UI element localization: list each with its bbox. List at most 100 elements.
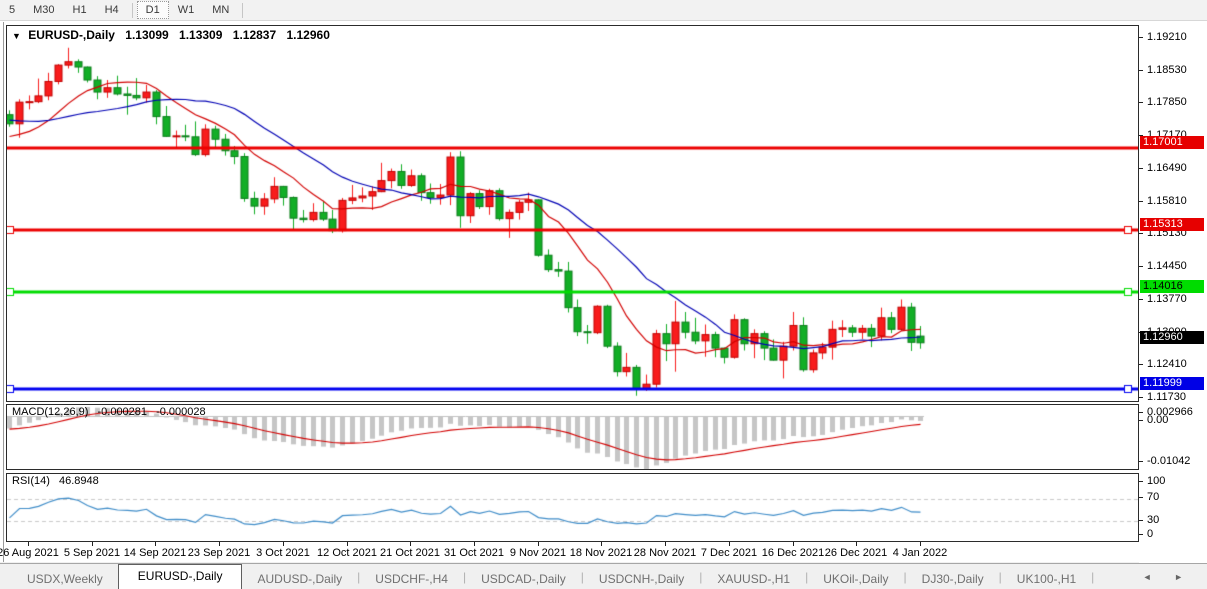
main-chart-canvas[interactable] [7,26,1138,401]
indicator-axis-label: 70 [1147,491,1160,503]
date-axis-label: 4 Jan 2022 [892,547,948,559]
indicator-axis-label: 0.00 [1147,414,1169,426]
rsi-name: RSI(14) [12,475,50,487]
date-axis-label: 23 Sep 2021 [187,547,251,559]
price-axis-label: 1.12410 [1147,358,1187,370]
tab-xauusd-h1[interactable]: XAUUSD-,H1 [702,569,805,589]
price-axis-label: 1.14450 [1147,260,1187,272]
date-axis-tick [347,542,348,546]
timeframe-d1[interactable]: D1 [136,1,169,19]
tab-dj30-daily[interactable]: DJ30-,Daily [907,569,999,589]
tab-audusd-daily[interactable]: AUDUSD-,Daily [242,569,357,589]
date-axis-tick [793,542,794,546]
macd-label: MACD(12,26,9) -0.000281 -0.000028 [12,406,206,418]
tab-scroll-right-icon[interactable]: ► [1174,572,1193,582]
price-axis-label: 1.19210 [1147,31,1187,43]
indicator-axis-tick [1139,481,1143,482]
timeframe-w1[interactable]: W1 [169,1,204,19]
main-chart-panel[interactable]: ▼ EURUSD-,Daily 1.13099 1.13309 1.12837 … [6,25,1139,402]
date-axis-label: 16 Dec 2021 [761,547,825,559]
tab-usdchf-h4[interactable]: USDCHF-,H4 [360,569,463,589]
indicator-axis-label: 100 [1147,475,1166,487]
indicator-axis-tick [1139,412,1143,413]
timeframe-5[interactable]: 5 [0,1,24,19]
date-axis-label: 9 Nov 2021 [509,547,567,559]
macd-name: MACD(12,26,9) [12,406,89,418]
ohlc-high: 1.13309 [179,28,223,42]
rsi-value: 46.8948 [58,475,99,487]
rsi-label: RSI(14) 46.8948 [12,475,99,487]
date-axis-label: 21 Oct 2021 [380,547,440,559]
date-axis-tick [665,542,666,546]
date-axis-label: 26 Dec 2021 [824,547,888,559]
date-axis-tick [920,542,921,546]
price-axis-label: 1.13770 [1147,293,1187,305]
tab-uk100-h1[interactable]: UK100-,H1 [1002,569,1091,589]
date-axis-label: 5 Sep 2021 [63,547,121,559]
timeframe-h1[interactable]: H1 [64,1,96,19]
level-price-badge: 1.17001 [1140,136,1204,149]
price-axis-tick [1139,233,1143,234]
date-axis-tick [28,542,29,546]
price-axis-tick [1139,168,1143,169]
tab-eurusd-daily[interactable]: EURUSD-,Daily [117,564,243,589]
date-axis-label: 14 Sep 2021 [123,547,187,559]
date-axis-tick [155,542,156,546]
date-axis-tick [474,542,475,546]
timeframe-mn[interactable]: MN [203,1,238,19]
date-axis-label: 31 Oct 2021 [444,547,504,559]
tab-separator: | [1091,569,1095,584]
indicator-axis-tick [1139,534,1143,535]
date-axis-tick [410,542,411,546]
mt4-window: 5 M30 H1 H4 D1 W1 MN ▼ EURUSD-,Daily 1.13099 1… [0,0,1207,589]
chart-dropdown-icon[interactable]: ▼ [12,31,21,41]
indicator-axis-tick [1139,497,1143,498]
toolbar-separator [131,2,133,18]
toolbar-separator [242,2,244,18]
chart-area: ▼ EURUSD-,Daily 1.13099 1.13309 1.12837 … [0,21,1207,563]
timeframe-m30[interactable]: M30 [24,1,63,19]
date-axis-label: 7 Dec 2021 [700,547,758,559]
tab-ukoil-daily[interactable]: UKOil-,Daily [808,569,903,589]
date-axis-tick [219,542,220,546]
date-axis-tick [92,542,93,546]
chart-title: ▼ EURUSD-,Daily 1.13099 1.13309 1.12837 … [12,28,330,42]
timeframe-h4[interactable]: H4 [96,1,128,19]
macd-main-value: -0.000281 [97,406,148,418]
tab-scroll-left-icon[interactable]: ◄ [1143,572,1162,582]
price-axis-label: 1.16490 [1147,162,1187,174]
macd-panel[interactable]: MACD(12,26,9) -0.000281 -0.000028 [6,404,1139,470]
price-axis-tick [1139,70,1143,71]
level-price-badge: 1.15313 [1140,218,1204,231]
tab-usdx-weekly[interactable]: USDX,Weekly [12,569,118,589]
indicator-axis-tick [1139,461,1143,462]
date-axis-label: 12 Oct 2021 [317,547,377,559]
price-axis-tick [1139,266,1143,267]
macd-signal-value: -0.000028 [156,406,206,418]
tab-usdcnh-daily[interactable]: USDCNH-,Daily [584,569,699,589]
price-axis-tick [1139,102,1143,103]
price-axis[interactable]: 1.19210 1.18530 1.17850 1.17170 1.16490 1.158… [1139,25,1207,563]
window-frame-line [3,22,4,562]
indicator-axis-tick [1139,520,1143,521]
tab-scroll-arrows: ◄ ► [1143,572,1193,582]
date-axis-label: 28 Nov 2021 [633,547,697,559]
price-axis-label: 1.15810 [1147,195,1187,207]
timeframe-toolbar: 5 M30 H1 H4 D1 W1 MN [0,0,1207,21]
price-axis-label: 1.18530 [1147,64,1187,76]
price-axis-label: 1.11730 [1147,391,1186,403]
tab-usdcad-daily[interactable]: USDCAD-,Daily [466,569,581,589]
rsi-panel[interactable]: RSI(14) 46.8948 [6,473,1139,542]
ohlc-close: 1.12960 [286,28,330,42]
level-price-badge: 1.14016 [1140,280,1204,293]
indicator-axis-label: 0 [1147,528,1154,540]
indicator-axis-label: -0.01042 [1147,455,1191,467]
date-axis-tick [283,542,284,546]
level-price-badge: 1.11999 [1140,377,1204,390]
price-axis-tick [1139,201,1143,202]
rsi-canvas[interactable] [7,474,1138,541]
date-axis-label: 26 Aug 2021 [0,547,59,559]
date-axis-tick [856,542,857,546]
date-axis[interactable]: 26 Aug 2021 5 Sep 2021 14 Sep 2021 23 Sep 2… [0,542,1139,562]
price-axis-tick [1139,364,1143,365]
